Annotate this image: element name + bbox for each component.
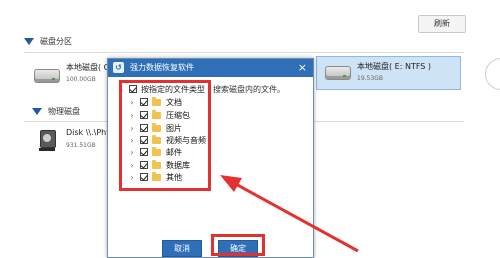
hard-drive-icon xyxy=(325,66,351,80)
physical-disk-header[interactable]: 物理磁盘 xyxy=(32,106,80,117)
disk-size: 100.00GB xyxy=(66,76,96,83)
app-icon: ↺ xyxy=(113,62,124,73)
disk-item-e[interactable]: 本地磁盘( E: NTFS ) 19.53GB xyxy=(316,56,461,90)
side-button[interactable] xyxy=(485,58,500,90)
collapse-triangle-icon xyxy=(24,38,34,45)
disk-partition-title: 磁盘分区 xyxy=(40,37,72,46)
annotation-arrow-icon xyxy=(220,175,359,252)
cancel-button[interactable]: 取消 xyxy=(162,240,202,257)
physical-disk-title: 物理磁盘 xyxy=(48,107,80,116)
dialog-title: 强力数据恢复软件 xyxy=(130,63,194,72)
hard-drive-icon xyxy=(34,69,60,83)
refresh-button[interactable]: 刷新 xyxy=(418,15,466,33)
disk-name: 本地磁盘( E: NTFS ) xyxy=(357,62,432,71)
disk-size: 931.51GB xyxy=(66,142,96,149)
disk-item-c[interactable]: 本地磁盘( C: 100.00GB xyxy=(30,62,112,88)
disk-size: 19.53GB xyxy=(357,75,383,82)
dialog-titlebar: ↺ 强力数据恢复软件 × xyxy=(108,59,313,77)
collapse-triangle-icon xyxy=(32,108,42,115)
physical-disk-item[interactable]: Disk \\.\Phy 931.51GB xyxy=(38,128,113,154)
divider xyxy=(24,52,464,53)
disk-name: Disk \\.\Phy xyxy=(66,128,111,137)
disk-name: 本地磁盘( C: xyxy=(66,63,112,72)
disk-partition-header[interactable]: 磁盘分区 xyxy=(24,36,72,47)
close-icon[interactable]: × xyxy=(298,59,307,77)
highlight-box-filetypes xyxy=(119,80,211,191)
physical-disk-icon xyxy=(39,130,56,151)
root-hint: 搜索磁盘内的文件。 xyxy=(213,84,285,94)
